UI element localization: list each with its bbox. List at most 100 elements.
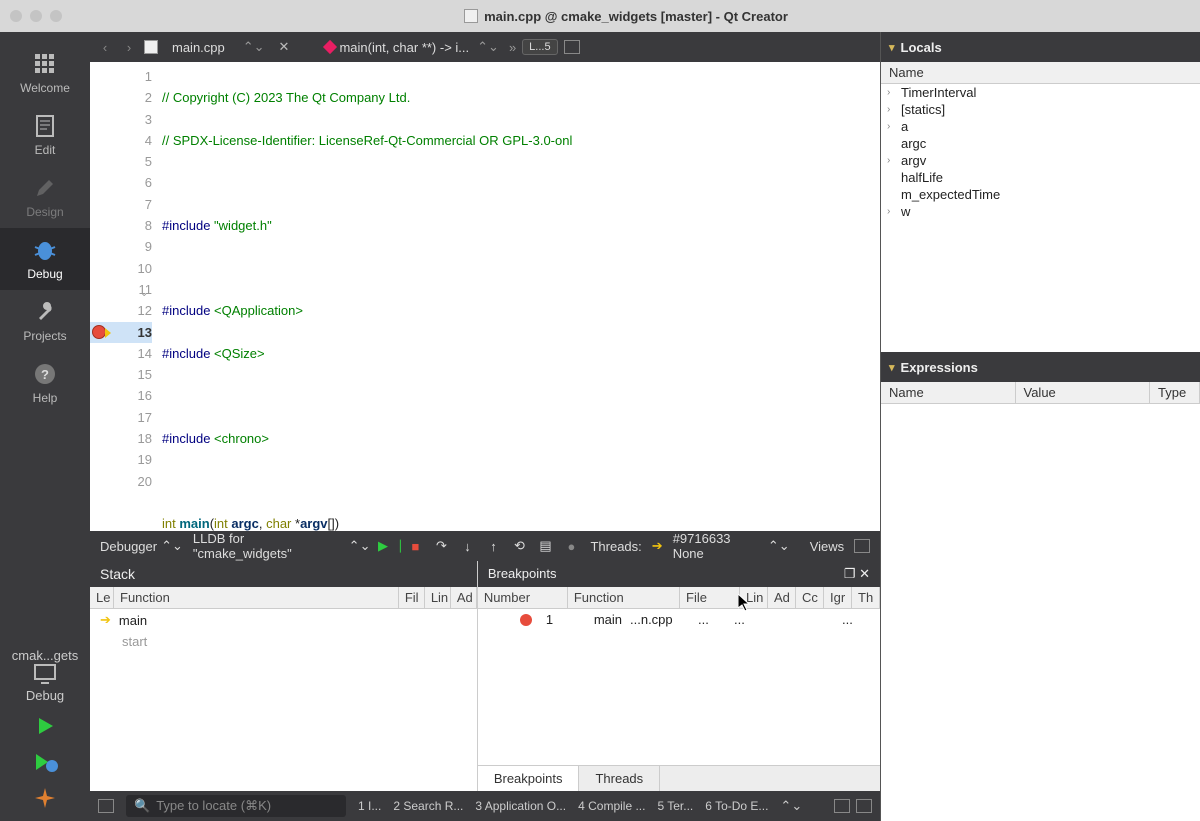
stop-icon[interactable]: ■ <box>406 537 424 555</box>
titlebar: main.cpp @ cmake_widgets [master] - Qt C… <box>0 0 1200 32</box>
expressions-view[interactable]: Name Value Type <box>881 382 1200 821</box>
mode-projects[interactable]: Projects <box>0 290 90 352</box>
mode-help[interactable]: ? Help <box>0 352 90 414</box>
document-icon <box>32 113 58 139</box>
close-icon[interactable]: ✕ <box>859 566 870 581</box>
nav-back[interactable]: ‹ <box>96 38 114 56</box>
bp-columns[interactable]: Number Function File Lin Ad Cc Igr Th <box>478 587 880 609</box>
threads-label: Threads: <box>590 539 641 554</box>
locals-view[interactable]: Name ›TimerInterval ›[statics] ›a argc ›… <box>881 62 1200 352</box>
output-issues[interactable]: 1 I... <box>358 799 381 813</box>
restart-icon[interactable]: ⟲ <box>510 537 528 555</box>
step-into-icon[interactable]: ↓ <box>458 537 476 555</box>
debugger-select[interactable]: Debugger⌃⌄ <box>100 538 183 554</box>
chevron-updown-icon[interactable]: ⌃⌄ <box>780 798 802 814</box>
continue-icon[interactable]: ▶⎹ <box>380 537 398 555</box>
breakpoints-pane: Breakpoints ❐ ✕ Number Function File Lin… <box>478 561 880 791</box>
arrow-icon: ➔ <box>100 612 111 628</box>
mode-design[interactable]: Design <box>0 166 90 228</box>
local-var[interactable]: halfLife <box>881 169 1200 186</box>
run-debug-button[interactable] <box>32 749 58 775</box>
split-icon[interactable] <box>564 40 580 54</box>
output-todo[interactable]: 6 To-Do E... <box>705 799 768 813</box>
file-icon <box>464 9 478 23</box>
locals-header[interactable]: ▾Locals <box>881 32 1200 62</box>
window-title: main.cpp @ cmake_widgets [master] - Qt C… <box>62 9 1190 24</box>
minimize-window[interactable] <box>30 10 42 22</box>
zoom-window[interactable] <box>50 10 62 22</box>
wrench-icon <box>32 299 58 325</box>
code-editor[interactable]: 1 2 3 4 5 6 7 8 9 10 ⌄11 12 13 14 15 16 … <box>90 62 880 531</box>
kit-selector[interactable]: cmak...gets Debug <box>12 648 78 703</box>
mode-welcome[interactable]: Welcome <box>0 42 90 104</box>
expressions-header[interactable]: ▾Expressions <box>881 352 1200 382</box>
build-button[interactable] <box>32 785 58 811</box>
monitor-icon <box>31 663 59 685</box>
locals-column-name[interactable]: Name <box>881 62 1200 84</box>
debug-right-panels: ▾Locals Name ›TimerInterval ›[statics] ›… <box>880 32 1200 821</box>
stack-title: Stack <box>90 561 477 587</box>
close-tab[interactable]: ✕ <box>275 39 294 55</box>
gutter[interactable]: 1 2 3 4 5 6 7 8 9 10 ⌄11 12 13 14 15 16 … <box>90 62 158 531</box>
record-icon[interactable]: ● <box>562 537 580 555</box>
output-compile[interactable]: 4 Compile ... <box>578 799 645 813</box>
stack-frame[interactable]: start <box>90 631 477 652</box>
expressions-columns[interactable]: Name Value Type <box>881 382 1200 404</box>
svg-text:?: ? <box>41 367 49 382</box>
sidebar-toggle-icon[interactable] <box>98 799 114 813</box>
chevron-updown-icon[interactable]: ⌃⌄ <box>239 39 269 55</box>
diamond-icon <box>323 40 337 54</box>
debugger-toolbar: Debugger⌃⌄ LLDB for "cmake_widgets"⌃⌄ ▶⎹… <box>90 531 880 561</box>
local-var[interactable]: m_expectedTime <box>881 186 1200 203</box>
output-terminal[interactable]: 5 Ter... <box>657 799 693 813</box>
chevron-updown-icon[interactable]: ⌃⌄ <box>473 39 503 55</box>
bug-icon <box>32 237 58 263</box>
views-menu[interactable]: Views <box>810 539 844 554</box>
grid-icon <box>32 51 58 77</box>
nav-forward[interactable]: › <box>120 38 138 56</box>
window-controls[interactable] <box>10 10 62 22</box>
mode-sidebar: Welcome Edit Design Debug Projects ? Hel… <box>0 32 90 821</box>
local-var[interactable]: ›w <box>881 203 1200 220</box>
pencil-icon <box>32 175 58 201</box>
local-var[interactable]: ›[statics] <box>881 101 1200 118</box>
chevron-down-icon: ▾ <box>889 361 895 374</box>
symbol-crumb[interactable]: main(int, char **) -> i... ⌃⌄ <box>325 39 502 55</box>
file-tab[interactable]: main.cpp <box>164 40 233 55</box>
line-badge[interactable]: L...5 <box>522 39 557 55</box>
thread-select[interactable]: #9716633 None⌃⌄ <box>673 531 790 561</box>
log-icon[interactable]: ▤ <box>536 537 554 555</box>
run-button[interactable] <box>32 713 58 739</box>
mode-edit[interactable]: Edit <box>0 104 90 166</box>
restore-icon[interactable]: ❐ <box>844 566 856 581</box>
panel-toggle-icon[interactable] <box>834 799 850 813</box>
status-bar: 🔍 Type to locate (⌘K) 1 I... 2 Search R.… <box>90 791 880 821</box>
output-application[interactable]: 3 Application O... <box>475 799 566 813</box>
bp-tabs: Breakpoints Threads <box>478 765 880 791</box>
code-area[interactable]: // Copyright (C) 2023 The Qt Company Ltd… <box>158 62 880 531</box>
mode-debug[interactable]: Debug <box>0 228 90 290</box>
locator[interactable]: 🔍 Type to locate (⌘K) <box>126 795 346 817</box>
local-var[interactable]: ›a <box>881 118 1200 135</box>
layout-icon[interactable] <box>854 539 870 553</box>
local-var[interactable]: ›TimerInterval <box>881 84 1200 101</box>
engine-select[interactable]: LLDB for "cmake_widgets"⌃⌄ <box>193 531 371 561</box>
local-var[interactable]: argc <box>881 135 1200 152</box>
step-out-icon[interactable]: ↑ <box>484 537 502 555</box>
breakpoint-marker[interactable] <box>92 325 106 339</box>
breakpoint-icon <box>520 614 532 626</box>
close-window[interactable] <box>10 10 22 22</box>
local-var[interactable]: ›argv <box>881 152 1200 169</box>
stack-pane: Stack Le Function Fil Lin Ad ➔main start <box>90 561 478 791</box>
file-icon <box>144 40 158 54</box>
step-over-icon[interactable]: ↷ <box>432 537 450 555</box>
tab-breakpoints[interactable]: Breakpoints <box>478 766 580 791</box>
tab-threads[interactable]: Threads <box>579 766 660 791</box>
editor-toolbar: ‹ › main.cpp ⌃⌄ ✕ main(int, char **) -> … <box>90 32 880 62</box>
stack-frame[interactable]: ➔main <box>90 609 477 631</box>
search-icon: 🔍 <box>134 798 150 814</box>
stack-columns[interactable]: Le Function Fil Lin Ad <box>90 587 477 609</box>
output-search[interactable]: 2 Search R... <box>393 799 463 813</box>
right-sidebar-toggle-icon[interactable] <box>856 799 872 813</box>
breakpoint-row[interactable]: 1 main ...n.cpp ... ... ... <box>478 609 880 630</box>
